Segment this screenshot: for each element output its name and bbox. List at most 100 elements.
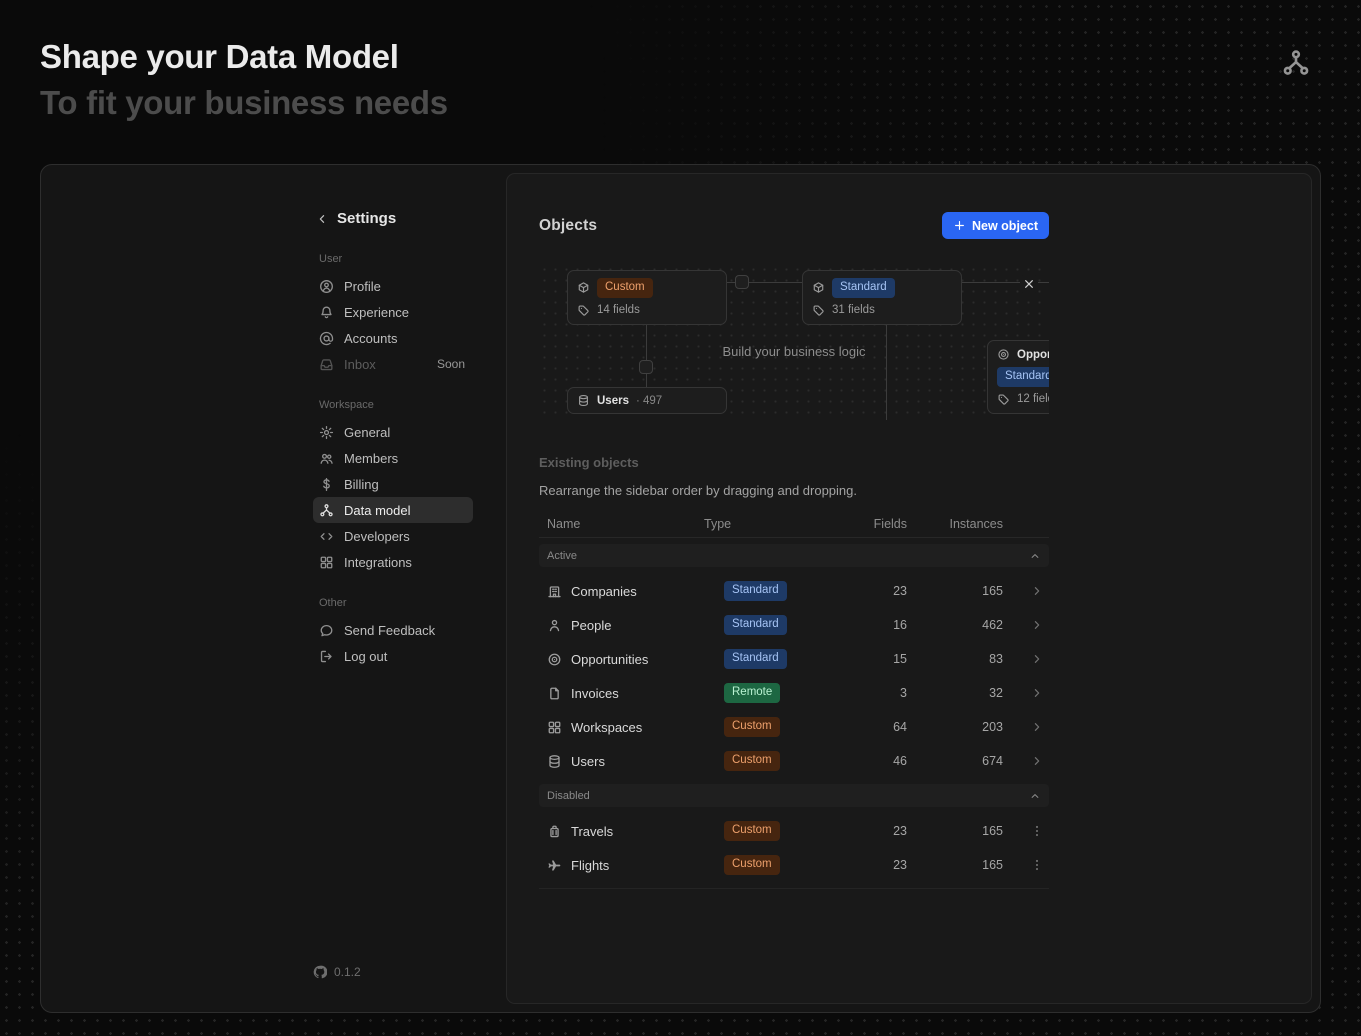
column-fields: Fields bbox=[859, 517, 929, 531]
bell-icon bbox=[319, 305, 334, 320]
fields-count: 23 bbox=[859, 824, 929, 838]
instances-count: 165 bbox=[929, 824, 1025, 838]
canvas-node-standard[interactable]: Standard 31 fields bbox=[802, 270, 962, 325]
row-action-button[interactable] bbox=[1025, 584, 1049, 598]
fields-count: 16 bbox=[859, 618, 929, 632]
github-icon bbox=[313, 965, 327, 979]
row-action-button[interactable] bbox=[1025, 720, 1049, 734]
sidebar-item-label: Members bbox=[344, 451, 398, 466]
existing-objects-title: Existing objects bbox=[539, 455, 1049, 470]
object-row-opportunities[interactable]: OpportunitiesStandard1583 bbox=[539, 642, 1049, 676]
tag-icon bbox=[812, 304, 825, 317]
table-header: Name Type Fields Instances bbox=[539, 510, 1049, 538]
column-instances: Instances bbox=[929, 517, 1025, 531]
connector-junction bbox=[735, 275, 749, 289]
object-name: Workspaces bbox=[571, 720, 642, 735]
column-type: Type bbox=[704, 517, 859, 531]
object-row-workspaces[interactable]: Workspaces Custom 64203 bbox=[539, 710, 1049, 744]
type-badge: Custom bbox=[724, 717, 780, 737]
app-version: 0.1.2 bbox=[313, 965, 361, 979]
close-icon bbox=[1022, 277, 1036, 291]
sidebar-item-general[interactable]: General bbox=[313, 419, 473, 445]
object-row-users[interactable]: UsersCustom46674 bbox=[539, 744, 1049, 778]
fields-count: 23 bbox=[859, 584, 929, 598]
sidebar-item-accounts[interactable]: Accounts bbox=[313, 325, 473, 351]
row-action-button[interactable] bbox=[1025, 686, 1049, 700]
data-model-canvas[interactable]: Custom 14 fields Standard 31 fields bbox=[539, 264, 1049, 420]
object-name: Opportunities bbox=[571, 652, 648, 667]
sidebar-item-developers[interactable]: Developers bbox=[313, 523, 473, 549]
group-label: Active bbox=[547, 550, 577, 562]
object-name: Opportunities bbox=[1017, 349, 1049, 361]
database-icon bbox=[577, 394, 590, 407]
sidebar-item-label: Developers bbox=[344, 529, 410, 544]
object-row-people[interactable]: PeopleStandard16462 bbox=[539, 608, 1049, 642]
box-icon bbox=[577, 281, 590, 294]
type-badge: Standard bbox=[724, 581, 787, 601]
sidebar-item-data-model[interactable]: Data model bbox=[313, 497, 473, 523]
chevron-right-icon bbox=[1030, 686, 1044, 700]
tag-icon bbox=[997, 393, 1010, 406]
type-badge: Standard bbox=[724, 649, 787, 669]
chevron-up-icon bbox=[1029, 550, 1041, 562]
chevron-right-icon bbox=[1030, 584, 1044, 598]
settings-window: Settings UserProfileExperienceAccountsIn… bbox=[40, 164, 1321, 1013]
soon-badge: Soon bbox=[437, 357, 465, 371]
sidebar-section-label-user: User bbox=[319, 253, 473, 265]
object-name: Users bbox=[597, 395, 629, 407]
new-object-button[interactable]: New object bbox=[942, 212, 1049, 239]
object-row-travels[interactable]: TravelsCustom23165 bbox=[539, 814, 1049, 848]
fields-count: 64 bbox=[859, 720, 929, 734]
settings-back-button[interactable]: Settings bbox=[313, 210, 473, 227]
fields-label: 12 fields bbox=[1017, 393, 1049, 405]
sidebar-item-send-feedback[interactable]: Send Feedback bbox=[313, 617, 473, 643]
target-icon bbox=[997, 348, 1010, 361]
sidebar-item-billing[interactable]: Billing bbox=[313, 471, 473, 497]
sidebar-item-label: Profile bbox=[344, 279, 381, 294]
gear-icon bbox=[319, 425, 334, 440]
sidebar-section-label-workspace: Workspace bbox=[319, 399, 473, 411]
plane-icon bbox=[547, 858, 562, 873]
sidebar-item-inbox[interactable]: Inbox Soon bbox=[313, 351, 473, 377]
type-badge: Remote bbox=[724, 683, 780, 703]
chevron-left-icon bbox=[315, 212, 329, 226]
sidebar-item-integrations[interactable]: Integrations bbox=[313, 549, 473, 575]
type-badge: Standard bbox=[997, 367, 1049, 387]
at-sign-icon bbox=[319, 331, 334, 346]
data-model-icon bbox=[319, 503, 334, 518]
objects-table-body: ActiveCompaniesStandard23165PeopleStanda… bbox=[539, 544, 1049, 882]
canvas-close-button[interactable] bbox=[1020, 275, 1038, 293]
type-badge: Standard bbox=[832, 278, 895, 298]
object-row-invoices[interactable]: InvoicesRemote332 bbox=[539, 676, 1049, 710]
row-action-button[interactable] bbox=[1025, 754, 1049, 768]
instances-count: 674 bbox=[929, 754, 1025, 768]
chevron-right-icon bbox=[1030, 652, 1044, 666]
group-header-active[interactable]: Active bbox=[539, 544, 1049, 567]
file-icon bbox=[547, 686, 562, 701]
luggage-icon bbox=[547, 824, 562, 839]
sidebar-item-members[interactable]: Members bbox=[313, 445, 473, 471]
sidebar-item-log-out[interactable]: Log out bbox=[313, 643, 473, 669]
canvas-node-opportunities[interactable]: Opportunities Standard 12 fields bbox=[987, 340, 1049, 414]
target-icon bbox=[547, 652, 562, 667]
row-action-button[interactable] bbox=[1025, 824, 1049, 838]
fields-count: 3 bbox=[859, 686, 929, 700]
group-header-disabled[interactable]: Disabled bbox=[539, 784, 1049, 807]
sidebar-item-label: Billing bbox=[344, 477, 379, 492]
object-row-flights[interactable]: FlightsCustom23165 bbox=[539, 848, 1049, 882]
instances-count: 32 bbox=[929, 686, 1025, 700]
canvas-node-users[interactable]: Users · 497 bbox=[567, 387, 727, 414]
row-action-button[interactable] bbox=[1025, 858, 1049, 872]
row-action-button[interactable] bbox=[1025, 652, 1049, 666]
chevron-right-icon bbox=[1030, 754, 1044, 768]
fields-label: 14 fields bbox=[597, 304, 640, 316]
sidebar-item-profile[interactable]: Profile bbox=[313, 273, 473, 299]
sidebar-item-label: Inbox bbox=[344, 357, 376, 372]
row-action-button[interactable] bbox=[1025, 618, 1049, 632]
sidebar-item-experience[interactable]: Experience bbox=[313, 299, 473, 325]
fields-label: 31 fields bbox=[832, 304, 875, 316]
canvas-node-custom[interactable]: Custom 14 fields bbox=[567, 270, 727, 325]
sidebar-item-label: Log out bbox=[344, 649, 387, 664]
instances-count: 203 bbox=[929, 720, 1025, 734]
object-row-companies[interactable]: CompaniesStandard23165 bbox=[539, 574, 1049, 608]
